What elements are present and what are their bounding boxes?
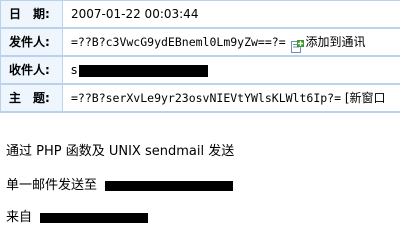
to-value: s	[71, 63, 78, 77]
from-value: =??B?c3VwcG9ydEBneml0Lm9yZw==?=	[71, 35, 286, 49]
header-row-date: 日 期: 2007-01-22 00:03:44	[0, 1, 400, 27]
subject-field: =??B?serXvLe9yr23osvNIEVtYWlsKLWlt6Ip?= …	[63, 85, 400, 111]
add-to-contacts-link[interactable]: 添加到通讯	[305, 35, 365, 49]
body-line-2: 单一邮件发送至	[6, 174, 234, 193]
date-label: 日 期:	[1, 1, 62, 27]
to-label: 收件人:	[1, 57, 62, 83]
body-line-3: 来自	[6, 206, 149, 225]
open-new-window-link[interactable]: [新窗口	[345, 91, 386, 105]
add-contact-icon[interactable]	[291, 36, 305, 53]
body-line-2-text: 单一邮件发送至	[6, 178, 98, 193]
from-field: =??B?c3VwcG9ydEBneml0Lm9yZw==?= 添加到通讯	[63, 29, 400, 55]
header-row-to: 收件人: s	[0, 57, 400, 83]
subject-value: =??B?serXvLe9yr23osvNIEVtYWlsKLWlt6Ip?=	[71, 91, 342, 105]
redaction-bar	[40, 212, 149, 223]
redaction-bar	[79, 64, 209, 77]
message-header: 日 期: 2007-01-22 00:03:44 发件人: =??B?c3Vwc…	[0, 0, 400, 113]
header-row-subject: 主 题: =??B?serXvLe9yr23osvNIEVtYWlsKLWlt6…	[0, 85, 400, 111]
header-row-from: 发件人: =??B?c3VwcG9ydEBneml0Lm9yZw==?= 添加到…	[0, 29, 400, 55]
date-value: 2007-01-22 00:03:44	[63, 1, 400, 27]
subject-label: 主 题:	[1, 85, 62, 111]
redaction-bar	[105, 180, 234, 191]
from-label: 发件人:	[1, 29, 62, 55]
body-line-1: 通过 PHP 函数及 UNIX sendmail 发送	[6, 144, 235, 159]
to-field: s	[63, 57, 400, 83]
body-line-3-text: 来自	[6, 210, 33, 225]
